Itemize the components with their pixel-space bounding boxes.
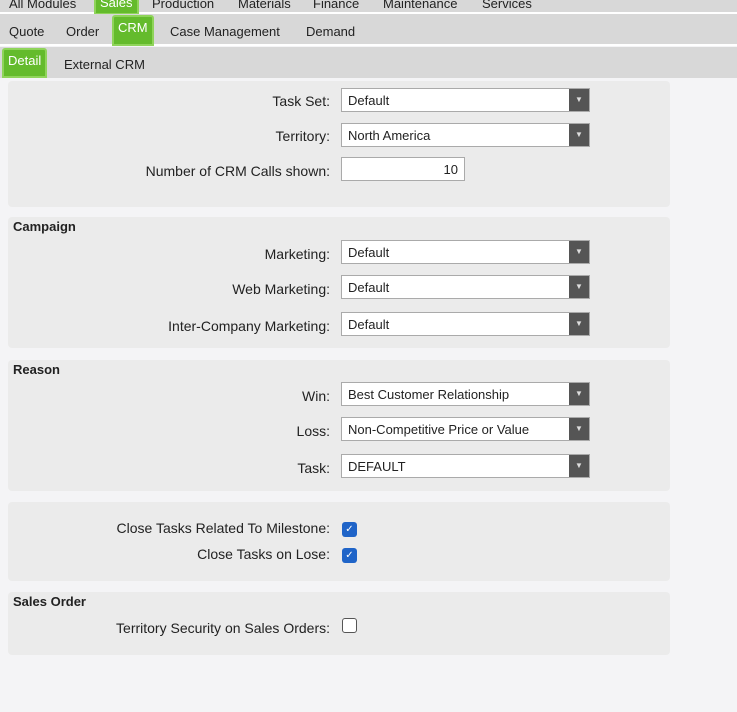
tab-detail[interactable]: Detail <box>2 48 48 78</box>
loss-value: Non-Competitive Price or Value <box>348 422 530 437</box>
chevron-down-icon[interactable]: ▼ <box>569 313 589 335</box>
close-lose-label: Close Tasks on Lose: <box>197 546 330 562</box>
campaign-panel: Campaign Marketing: Default ▼ Web Marketi… <box>8 217 670 348</box>
territory-security-label: Territory Security on Sales Orders: <box>116 620 330 636</box>
task-set-label: Task Set: <box>272 93 330 109</box>
tab-all-modules[interactable]: All Modules <box>9 0 76 11</box>
win-value: Best Customer Relationship <box>348 387 510 402</box>
crm-calls-input[interactable]: 10 <box>341 157 465 181</box>
web-marketing-value: Default <box>348 280 390 295</box>
chevron-down-icon[interactable]: ▼ <box>569 455 589 477</box>
web-marketing-label: Web Marketing: <box>232 281 330 297</box>
close-milestone-checkbox[interactable]: ✓ <box>342 522 357 537</box>
web-marketing-select[interactable]: Default ▼ <box>341 275 590 299</box>
chevron-down-icon[interactable]: ▼ <box>569 124 589 146</box>
tab-maintenance[interactable]: Maintenance <box>383 0 457 11</box>
ic-marketing-label: Inter-Company Marketing: <box>168 318 330 334</box>
tab-production[interactable]: Production <box>152 0 214 11</box>
ic-marketing-value: Default <box>348 317 390 332</box>
tab-crm[interactable]: CRM <box>112 15 154 46</box>
marketing-value: Default <box>348 245 390 260</box>
marketing-label: Marketing: <box>264 246 330 262</box>
top-nav: All Modules Sales Production Materials F… <box>0 0 737 15</box>
sales-order-title: Sales Order <box>13 594 86 609</box>
loss-label: Loss: <box>296 423 330 439</box>
chevron-down-icon[interactable]: ▼ <box>569 383 589 405</box>
tab-external-crm[interactable]: External CRM <box>64 57 145 72</box>
tab-sales[interactable]: Sales <box>94 0 139 15</box>
task-set-select[interactable]: Default ▼ <box>341 88 590 112</box>
territory-value: North America <box>348 128 431 143</box>
task-select[interactable]: DEFAULT ▼ <box>341 454 590 478</box>
sales-order-panel: Sales Order Territory Security on Sales … <box>8 592 670 655</box>
win-label: Win: <box>302 388 330 404</box>
crm-calls-label: Number of CRM Calls shown: <box>145 163 330 179</box>
chevron-down-icon[interactable]: ▼ <box>569 418 589 440</box>
marketing-select[interactable]: Default ▼ <box>341 240 590 264</box>
tab-finance[interactable]: Finance <box>313 0 359 11</box>
close-lose-checkbox[interactable]: ✓ <box>342 548 357 563</box>
tab-quote[interactable]: Quote <box>9 24 44 39</box>
win-select[interactable]: Best Customer Relationship ▼ <box>341 382 590 406</box>
chevron-down-icon[interactable]: ▼ <box>569 276 589 298</box>
reason-title: Reason <box>13 362 60 377</box>
territory-label: Territory: <box>275 128 330 144</box>
tasks-panel: Close Tasks Related To Milestone: ✓ Clos… <box>8 502 670 581</box>
task-label: Task: <box>297 460 330 476</box>
territory-select[interactable]: North America ▼ <box>341 123 590 147</box>
general-panel: Task Set: Default ▼ Territory: North Amer… <box>8 81 670 207</box>
reason-panel: Reason Win: Best Customer Relationship ▼ … <box>8 360 670 491</box>
territory-security-checkbox[interactable] <box>342 618 357 633</box>
loss-select[interactable]: Non-Competitive Price or Value ▼ <box>341 417 590 441</box>
close-milestone-label: Close Tasks Related To Milestone: <box>116 520 330 536</box>
tab-case-management[interactable]: Case Management <box>170 24 280 39</box>
chevron-down-icon[interactable]: ▼ <box>569 241 589 263</box>
tab-services[interactable]: Services <box>482 0 532 11</box>
sub-nav: Quote Order CRM Case Management Demand <box>0 14 737 46</box>
ic-marketing-select[interactable]: Default ▼ <box>341 312 590 336</box>
tab-demand[interactable]: Demand <box>306 24 355 39</box>
tab-order[interactable]: Order <box>66 24 99 39</box>
chevron-down-icon[interactable]: ▼ <box>569 89 589 111</box>
task-set-value: Default <box>348 93 390 108</box>
task-value: DEFAULT <box>348 459 406 474</box>
tab-materials[interactable]: Materials <box>238 0 291 11</box>
sub-sub-nav: Detail External CRM <box>0 47 737 78</box>
campaign-title: Campaign <box>13 219 76 234</box>
